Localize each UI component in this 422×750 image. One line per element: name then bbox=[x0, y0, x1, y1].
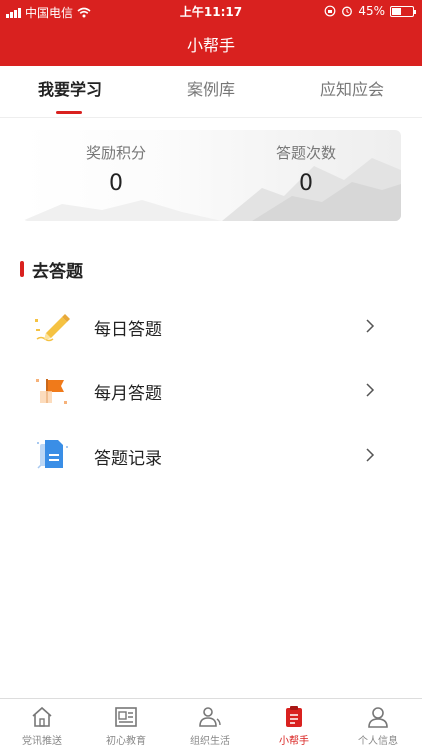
active-tab-indicator bbox=[56, 111, 82, 114]
daily-quiz-item[interactable]: 每日答题 bbox=[0, 298, 422, 354]
alarm-icon bbox=[342, 6, 353, 17]
reward-points-value: 0 bbox=[109, 171, 123, 196]
clipboard-icon bbox=[286, 706, 302, 727]
nav-profile[interactable]: 个人信息 bbox=[336, 699, 420, 750]
reward-points-label: 奖励积分 bbox=[85, 144, 146, 162]
nav-education-label: 初心教育 bbox=[106, 736, 146, 747]
answer-count-label: 答题次数 bbox=[275, 144, 336, 162]
bottom-nav: 党讯推送 初心教育 组织生活 小帮手 个人信息 bbox=[0, 698, 422, 750]
section-header: 去答题 bbox=[20, 257, 83, 282]
tab-knowledge[interactable]: 应知应会 bbox=[282, 66, 422, 118]
home-icon bbox=[32, 706, 52, 727]
chevron-right-icon bbox=[366, 448, 375, 462]
answer-count-value: 0 bbox=[299, 171, 313, 196]
document-icon bbox=[37, 440, 68, 469]
battery-percent: 45% bbox=[358, 4, 385, 18]
nav-organization[interactable]: 组织生活 bbox=[168, 699, 252, 750]
tab-bar: 我要学习 案例库 应知应会 bbox=[0, 66, 422, 118]
battery-icon bbox=[390, 5, 416, 17]
tab-case-library[interactable]: 案例库 bbox=[141, 66, 281, 118]
monthly-quiz-label: 每月答题 bbox=[94, 384, 162, 404]
orientation-lock-icon bbox=[324, 5, 336, 17]
page-title: 小帮手 bbox=[186, 36, 235, 55]
reward-points-stat: 奖励积分 0 bbox=[26, 142, 206, 196]
stats-card: 奖励积分 0 答题次数 0 bbox=[22, 130, 401, 221]
quiz-records-label: 答题记录 bbox=[94, 449, 162, 469]
nav-organization-label: 组织生活 bbox=[190, 736, 230, 747]
pencil-icon bbox=[35, 314, 70, 342]
nav-education[interactable]: 初心教育 bbox=[84, 699, 168, 750]
id-card-icon bbox=[115, 707, 137, 727]
app-header: 中国电信 上午11:17 45% 小帮手 bbox=[0, 0, 422, 66]
status-bar: 中国电信 上午11:17 45% bbox=[0, 0, 422, 22]
nav-news[interactable]: 党讯推送 bbox=[0, 699, 84, 750]
flag-icon bbox=[36, 379, 67, 404]
monthly-quiz-item[interactable]: 每月答题 bbox=[0, 362, 422, 418]
section-title: 去答题 bbox=[32, 261, 83, 282]
quiz-records-item[interactable]: 答题记录 bbox=[0, 427, 422, 483]
people-icon bbox=[199, 707, 221, 727]
nav-helper[interactable]: 小帮手 bbox=[252, 699, 336, 750]
section-marker bbox=[20, 261, 24, 277]
answer-count-stat: 答题次数 0 bbox=[216, 142, 396, 196]
nav-news-label: 党讯推送 bbox=[22, 736, 62, 747]
user-icon bbox=[368, 707, 388, 728]
daily-quiz-label: 每日答题 bbox=[94, 320, 162, 340]
nav-helper-label: 小帮手 bbox=[279, 736, 309, 747]
chevron-right-icon bbox=[366, 383, 375, 397]
chevron-right-icon bbox=[366, 319, 375, 333]
nav-profile-label: 个人信息 bbox=[358, 736, 398, 747]
